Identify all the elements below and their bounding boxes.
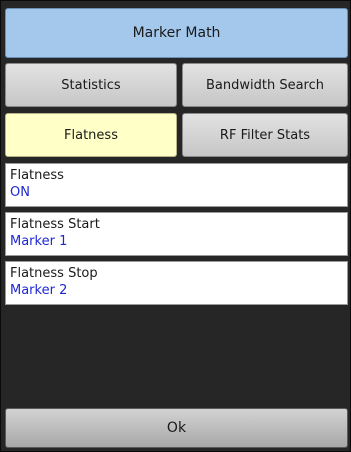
- statistics-button[interactable]: Statistics: [5, 63, 177, 107]
- flatness-start-label: Flatness Start: [10, 217, 100, 232]
- dialog-title: Marker Math: [5, 8, 348, 58]
- flatness-stop-value: Marker 2: [10, 283, 68, 298]
- rf-filter-stats-button-label: RF Filter Stats: [219, 127, 311, 143]
- dialog-title-text: Marker Math: [132, 25, 221, 41]
- statistics-button-label: Statistics: [61, 77, 121, 93]
- flatness-start-value: Marker 1: [10, 234, 68, 249]
- flatness-button[interactable]: Flatness: [5, 113, 177, 157]
- rf-filter-stats-button[interactable]: RF Filter Stats: [182, 113, 348, 157]
- marker-math-dialog: Marker Math Statistics Bandwidth Search …: [0, 0, 351, 452]
- flatness-stop-label: Flatness Stop: [10, 266, 98, 281]
- flatness-start-setting[interactable]: Flatness Start Marker 1: [5, 212, 348, 256]
- ok-button-label: Ok: [166, 420, 187, 436]
- bandwidth-search-button[interactable]: Bandwidth Search: [182, 63, 348, 107]
- flatness-setting-value: ON: [10, 185, 30, 200]
- bandwidth-search-button-label: Bandwidth Search: [205, 77, 324, 93]
- flatness-stop-setting[interactable]: Flatness Stop Marker 2: [5, 261, 348, 305]
- flatness-setting[interactable]: Flatness ON: [5, 163, 348, 207]
- flatness-setting-label: Flatness: [10, 168, 64, 183]
- flatness-button-label: Flatness: [64, 127, 118, 143]
- ok-button[interactable]: Ok: [5, 408, 348, 448]
